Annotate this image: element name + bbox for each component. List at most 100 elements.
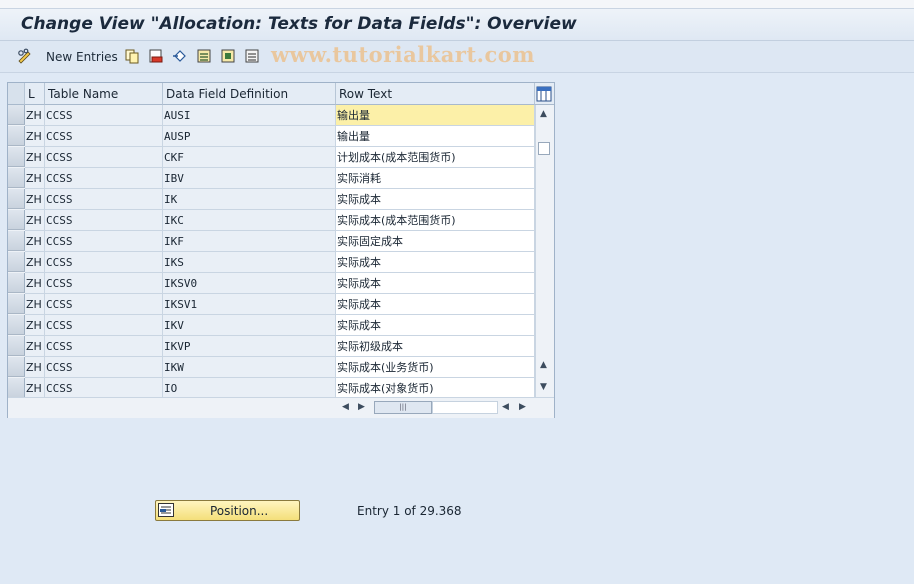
vertical-scroll-thumb[interactable] [538,142,550,155]
data-field-definition-cell: IKS [163,252,336,273]
row-text-cell[interactable]: 实际成本 [336,189,535,210]
table-row[interactable]: ZH CCSS IKW 实际成本(业务货币) [8,357,535,378]
delete-icon[interactable] [148,48,164,64]
table-row[interactable]: ZH CCSS IKF 实际固定成本 [8,231,535,252]
table-name-cell: CCSS [45,105,163,126]
table-name-cell: CCSS [45,168,163,189]
data-field-definition-cell: IO [163,378,336,399]
column-config-button[interactable] [535,83,554,105]
row-selector[interactable] [8,189,25,209]
position-button-label: Position... [210,504,269,518]
column-header-language[interactable]: L [25,83,45,105]
table-row[interactable]: ZH CCSS IBV 实际消耗 [8,168,535,189]
data-field-definition-cell: IKSV1 [163,294,336,315]
table-name-cell: CCSS [45,210,163,231]
row-text-cell[interactable]: 实际初级成本 [336,336,535,357]
scroll-down-icon[interactable]: ▼ [540,382,547,392]
table-row[interactable]: ZH CCSS AUSI 输出量 [8,105,535,126]
table-name-cell: CCSS [45,315,163,336]
row-selector[interactable] [8,210,25,230]
table-row[interactable]: ZH CCSS IKS 实际成本 [8,252,535,273]
copy-icon[interactable] [124,48,140,64]
table-row[interactable]: ZH CCSS IO 实际成本(对象货币) [8,378,535,399]
data-field-definition-cell: IKC [163,210,336,231]
top-strip [0,0,914,9]
data-field-definition-cell: IKW [163,357,336,378]
row-selector[interactable] [8,126,25,146]
select-all-icon[interactable] [196,48,212,64]
row-selector[interactable] [8,168,25,188]
language-cell: ZH [25,315,45,336]
column-header-row-text[interactable]: Row Text [336,83,535,105]
vertical-scrollbar[interactable]: ▲ ▲ ▼ [535,105,553,397]
table-settings-icon [536,86,552,102]
entry-counter: Entry 1 of 29.368 [357,504,462,518]
language-cell: ZH [25,252,45,273]
data-field-definition-cell: IKV [163,315,336,336]
table-row[interactable]: ZH CCSS AUSP 输出量 [8,126,535,147]
row-selector[interactable] [8,294,25,314]
row-text-cell[interactable]: 实际成本(成本范围货币) [336,210,535,231]
row-text-cell[interactable]: 实际成本(业务货币) [336,357,535,378]
table-name-cell: CCSS [45,147,163,168]
pencil-glasses-icon[interactable] [17,48,33,64]
horizontal-scroll-track[interactable] [432,401,498,414]
select-all-rows-header[interactable] [8,83,25,105]
data-field-definition-cell: AUSP [163,126,336,147]
select-block-icon[interactable] [220,48,236,64]
undo-icon[interactable] [172,48,188,64]
row-text-cell[interactable]: 计划成本(成本范围货币) [336,147,535,168]
row-selector[interactable] [8,273,25,293]
column-header-data-field-definition[interactable]: Data Field Definition [163,83,336,105]
new-entries-button[interactable]: New Entries [46,50,118,64]
scroll-left-end-icon[interactable]: ◀ [502,402,509,412]
position-button[interactable]: Position... [155,500,300,521]
deselect-all-icon[interactable] [244,48,260,64]
row-selector[interactable] [8,105,25,125]
table-row[interactable]: ZH CCSS IKV 实际成本 [8,315,535,336]
column-header-table-name[interactable]: Table Name [45,83,163,105]
row-selector[interactable] [8,147,25,167]
language-cell: ZH [25,273,45,294]
row-text-cell[interactable]: 实际成本 [336,273,535,294]
language-cell: ZH [25,126,45,147]
table-name-cell: CCSS [45,378,163,399]
row-selector[interactable] [8,231,25,251]
row-selector[interactable] [8,336,25,356]
row-text-cell[interactable]: 实际成本 [336,252,535,273]
row-text-cell[interactable]: 实际成本 [336,315,535,336]
row-selector[interactable] [8,378,25,398]
table-row[interactable]: ZH CCSS CKF 计划成本(成本范围货币) [8,147,535,168]
watermark-text: www.tutorialkart.com [271,42,535,67]
table-name-cell: CCSS [45,294,163,315]
row-text-cell[interactable]: 实际成本(对象货币) [336,378,535,399]
data-field-definition-cell: CKF [163,147,336,168]
data-field-definition-cell: IBV [163,168,336,189]
row-selector[interactable] [8,315,25,335]
table-row[interactable]: ZH CCSS IKSV0 实际成本 [8,273,535,294]
row-text-cell[interactable]: 实际固定成本 [336,231,535,252]
horizontal-scrollbar[interactable]: ◀ ▶ ||| ◀ ▶ [8,397,554,418]
row-text-cell[interactable]: 输出量 [336,105,535,126]
language-cell: ZH [25,231,45,252]
scroll-up-bottom-icon[interactable]: ▲ [540,360,547,370]
row-text-cell[interactable]: 实际消耗 [336,168,535,189]
scroll-up-icon[interactable]: ▲ [540,109,547,119]
table-row[interactable]: ZH CCSS IKSV1 实际成本 [8,294,535,315]
language-cell: ZH [25,105,45,126]
row-selector[interactable] [8,357,25,377]
row-text-cell[interactable]: 实际成本 [336,294,535,315]
language-cell: ZH [25,294,45,315]
row-selector[interactable] [8,252,25,272]
horizontal-scroll-thumb[interactable]: ||| [374,401,432,414]
table-row[interactable]: ZH CCSS IKC 实际成本(成本范围货币) [8,210,535,231]
table-row[interactable]: ZH CCSS IK 实际成本 [8,189,535,210]
scroll-right-end-icon[interactable]: ▶ [519,402,526,412]
table-row[interactable]: ZH CCSS IKVP 实际初级成本 [8,336,535,357]
scroll-right-icon[interactable]: ▶ [358,402,365,412]
language-cell: ZH [25,147,45,168]
scroll-left-icon[interactable]: ◀ [342,402,349,412]
application-toolbar: New Entries www.tutorialkart.com [0,41,914,73]
row-text-cell[interactable]: 输出量 [336,126,535,147]
data-field-definition-cell: IKVP [163,336,336,357]
